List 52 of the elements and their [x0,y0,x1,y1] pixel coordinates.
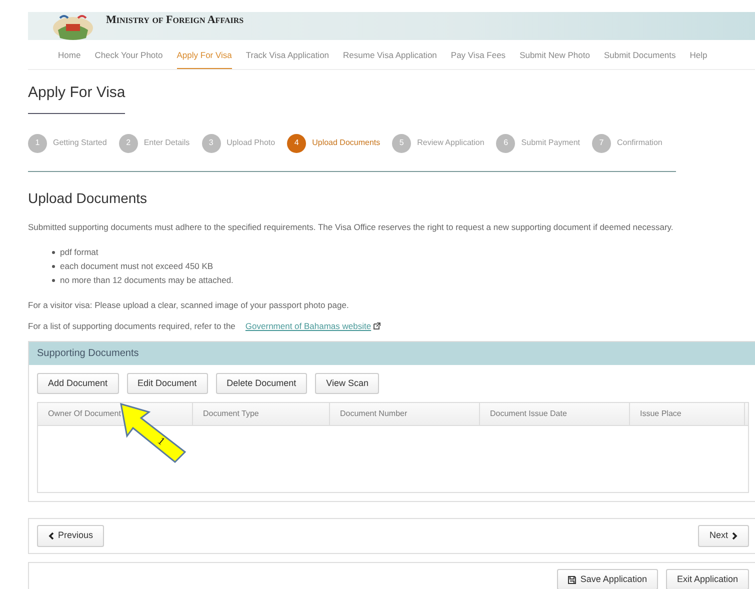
requirement-item: no more than 12 documents may be attached. [60,274,234,288]
document-button[interactable]: Delete Document [216,372,308,394]
step-label: Submit Payment [521,137,580,149]
nav-link[interactable]: Check Your Photo [94,49,163,69]
nav-link[interactable]: Submit New Photo [520,49,590,69]
panel-title: Supporting Documents [29,342,755,365]
step-label: Review Application [417,137,484,149]
exit-button[interactable]: Exit Application [666,568,749,589]
page-title: Apply For Visa [28,82,126,114]
step-label: Upload Documents [312,137,380,149]
step-number: 1 [28,134,47,152]
step-number: 7 [592,134,611,152]
nav-link[interactable]: Home [58,49,81,69]
step-number: 4 [287,134,306,152]
step-label: Enter Details [144,137,190,149]
ministry-title: Ministry of Foreign Affairs [106,13,244,28]
website-link[interactable]: Government of Bahamas website [245,320,372,333]
step-number: 2 [118,134,138,152]
column-header: Document Type [193,403,330,426]
step-label: Getting Started [53,137,107,149]
requirement-item: each document must not exceed 450 KB [60,260,214,274]
section-title: Upload Documents [28,188,148,208]
bullet-icon [52,264,55,268]
document-button[interactable]: Add Document [37,372,119,394]
visitor-note: For a visitor visa: Please upload a clear, scanned image of your passport photo page. [28,299,350,312]
step-label: Confirmation [617,137,662,149]
nav-link[interactable]: Help [690,49,708,69]
step-number: 5 [392,134,412,152]
step-number: 6 [496,134,516,152]
nav-link[interactable]: Resume Visa Application [343,49,437,69]
chevron-right-icon [732,532,738,540]
list-note: For a list of supporting documents required, refer to the [28,320,236,333]
document-button[interactable]: Edit Document [126,372,208,394]
bullet-icon [52,250,55,254]
column-header: Document Number [330,403,480,426]
nav-link[interactable]: Apply For Visa [176,49,232,69]
nav-link[interactable]: Pay Visa Fees [450,49,506,69]
bullet-icon [52,278,55,282]
next-button[interactable]: Next [698,525,749,547]
chevron-left-icon [48,532,54,540]
requirement-item: pdf format [60,246,98,260]
step-label: Upload Photo [226,137,276,149]
external-link-icon [373,322,382,330]
intro-text: Submitted supporting documents must adhere to the specified requirements. The Visa Office reserves the right to request a new supporting document if deemed necessary. [28,220,674,234]
column-header: Document Issue Date [480,403,630,426]
document-button[interactable]: View Scan [315,372,380,394]
nav-link[interactable]: Submit Documents [604,49,676,69]
column-header: Issue Place [630,403,745,426]
step-number: 3 [202,134,221,152]
save-button[interactable]: Save Application [557,568,658,589]
nav-link[interactable]: Track Visa Application [246,49,330,69]
previous-button[interactable]: Previous [37,525,104,547]
